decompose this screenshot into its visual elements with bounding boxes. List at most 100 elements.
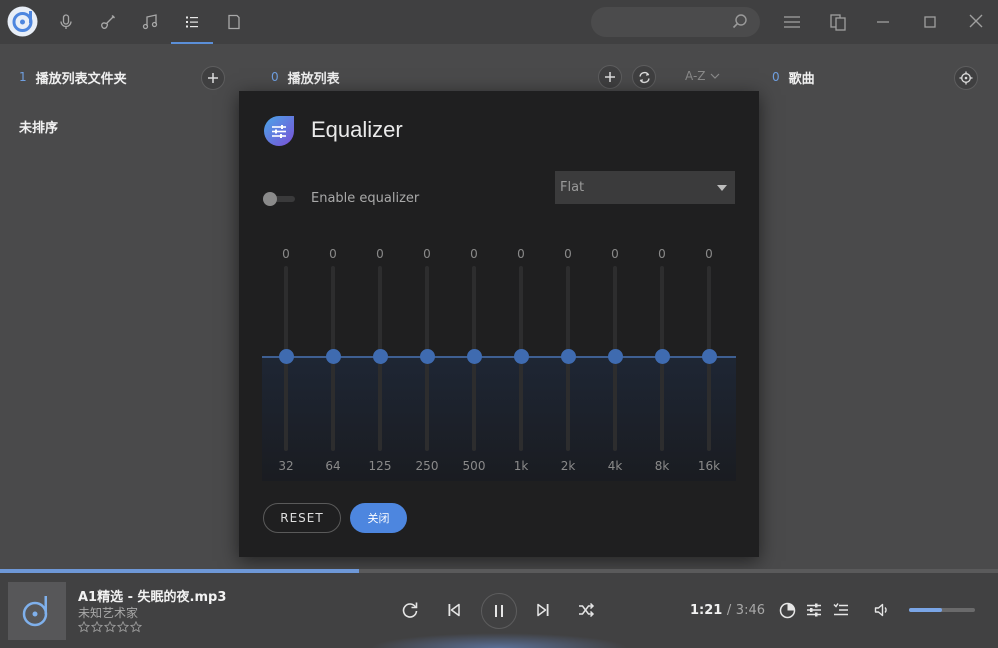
star-icon[interactable] (117, 621, 129, 633)
queue-button[interactable] (833, 602, 849, 618)
playlist-folders-header: 1 播放列表文件夹 (19, 66, 127, 88)
queue-list-icon (833, 602, 849, 618)
playlist-folders-title: 播放列表文件夹 (35, 71, 127, 87)
close-window-icon[interactable] (968, 11, 984, 33)
repeat-button[interactable] (401, 601, 419, 619)
search-icon[interactable] (732, 13, 748, 29)
tab-microphone[interactable] (45, 0, 87, 44)
band-8k: 0 8k (642, 241, 682, 481)
minimize-icon[interactable] (876, 11, 890, 33)
star-icon[interactable] (91, 621, 103, 633)
band-slider-knob[interactable] (702, 349, 717, 364)
tab-playlists[interactable] (171, 0, 213, 44)
menu-icon[interactable] (783, 11, 801, 33)
shuffle-icon (578, 602, 595, 618)
tab-guitar[interactable] (87, 0, 129, 44)
band-slider-knob[interactable] (561, 349, 576, 364)
next-button[interactable] (536, 602, 550, 618)
repeat-icon (401, 601, 419, 619)
band-frequency: 32 (278, 459, 294, 473)
locate-song-button[interactable] (954, 66, 978, 90)
time-separator: / (726, 603, 732, 618)
equalizer-bands: 0 32 0 64 0 125 0 250 0 500 0 1k 0 2k 0 … (262, 241, 736, 481)
band-500: 0 500 (454, 241, 494, 481)
reset-button[interactable]: RESET (263, 503, 341, 533)
shuffle-button[interactable] (578, 602, 595, 618)
playback-glow (370, 633, 628, 648)
top-bar (0, 0, 998, 44)
plus-icon (604, 71, 616, 83)
volume-slider[interactable] (909, 608, 975, 612)
volume-slider-fill (909, 608, 942, 612)
star-icon[interactable] (130, 621, 142, 633)
band-slider-knob[interactable] (420, 349, 435, 364)
band-slider-knob[interactable] (373, 349, 388, 364)
songs-title: 歌曲 (788, 71, 815, 87)
list-icon (185, 15, 199, 29)
pause-button[interactable] (481, 593, 517, 629)
band-value: 0 (517, 247, 525, 261)
band-slider-knob[interactable] (326, 349, 341, 364)
sort-label: A-Z (685, 69, 706, 83)
current-time: 1:21 (690, 603, 723, 618)
track-artist: 未知艺术家 (78, 606, 139, 620)
mini-player-icon[interactable] (829, 11, 847, 33)
previous-button[interactable] (447, 602, 461, 618)
band-slider-knob[interactable] (467, 349, 482, 364)
folder-item-unsorted[interactable]: 未排序 (19, 117, 58, 136)
star-icon[interactable] (78, 621, 90, 633)
add-playlist-folder-button[interactable] (201, 66, 225, 90)
add-playlist-button[interactable] (598, 65, 622, 89)
band-value: 0 (564, 247, 572, 261)
album-cover[interactable] (8, 582, 66, 640)
playlist-folders-count: 1 (19, 70, 27, 84)
playlists-header: 0 播放列表 (271, 66, 340, 88)
sleep-timer-button[interactable] (779, 602, 796, 619)
tab-folders[interactable] (213, 0, 255, 44)
disc-logo-icon (22, 594, 52, 628)
band-slider-knob[interactable] (655, 349, 670, 364)
band-16k: 0 16k (689, 241, 729, 481)
volume-icon (874, 602, 890, 618)
preset-select[interactable]: Flat (555, 171, 735, 204)
microphone-icon (59, 14, 73, 30)
band-slider-knob[interactable] (514, 349, 529, 364)
band-slider-knob[interactable] (279, 349, 294, 364)
refresh-icon (638, 71, 651, 84)
equalizer-button[interactable] (806, 602, 822, 618)
band-value: 0 (705, 247, 713, 261)
refresh-playlists-button[interactable] (632, 65, 656, 89)
track-duration: 3:46 (735, 603, 765, 618)
chevron-down-icon (710, 72, 720, 80)
enable-equalizer-toggle[interactable] (263, 192, 295, 206)
maximize-icon[interactable] (923, 11, 937, 33)
band-frequency: 500 (462, 459, 486, 473)
band-value: 0 (658, 247, 666, 261)
band-frequency: 8k (654, 459, 670, 473)
band-value: 0 (376, 247, 384, 261)
enable-equalizer-label: Enable equalizer (311, 191, 420, 206)
band-64: 0 64 (313, 241, 353, 481)
tab-music[interactable] (129, 0, 171, 44)
songs-count: 0 (772, 70, 780, 84)
band-slider-knob[interactable] (608, 349, 623, 364)
app-logo-icon (7, 6, 38, 37)
rating-stars[interactable] (78, 621, 142, 633)
star-icon[interactable] (104, 621, 116, 633)
guitar-icon (100, 14, 116, 30)
sort-button[interactable]: A-Z (685, 69, 720, 83)
band-frequency: 2k (560, 459, 576, 473)
player-bar: A1精选 - 失眠的夜.mp3 未知艺术家 1:21 / 3:46 (0, 573, 998, 648)
band-4k: 0 4k (595, 241, 635, 481)
equalizer-dialog: Equalizer Enable equalizer Flat 0 32 0 6… (239, 91, 759, 557)
close-button[interactable]: 关闭 (350, 503, 407, 533)
volume-button[interactable] (874, 602, 890, 618)
preset-value: Flat (560, 180, 585, 195)
music-note-icon (142, 14, 158, 30)
band-frequency: 64 (325, 459, 341, 473)
band-frequency: 4k (607, 459, 623, 473)
band-value: 0 (470, 247, 478, 261)
band-frequency: 16k (697, 459, 721, 473)
playlists-title: 播放列表 (287, 71, 340, 87)
band-2k: 0 2k (548, 241, 588, 481)
